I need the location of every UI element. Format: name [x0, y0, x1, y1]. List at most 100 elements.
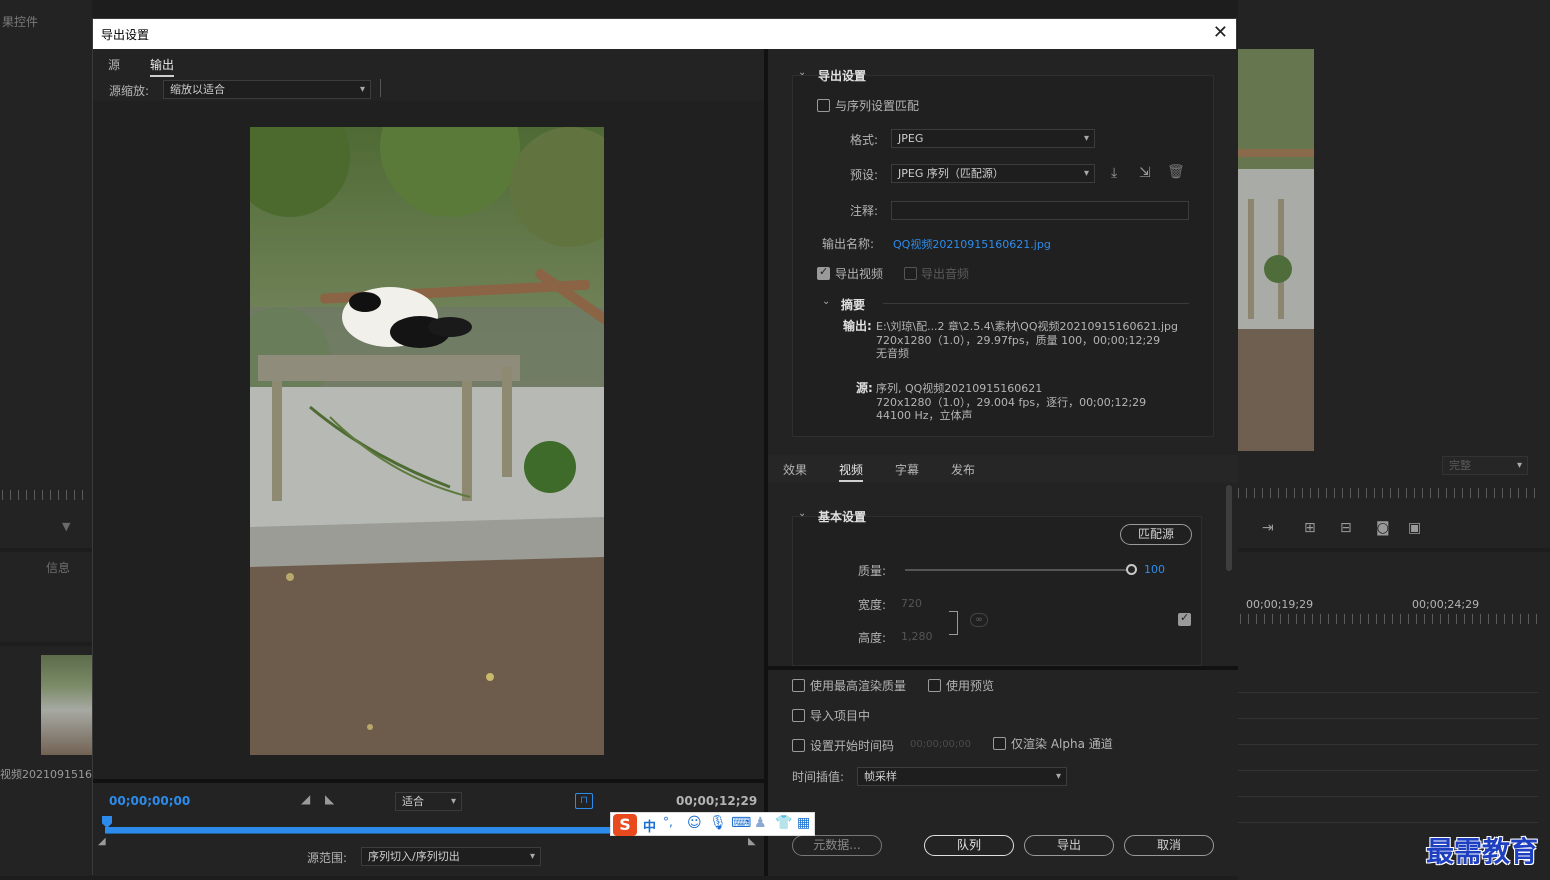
quality-slider-thumb[interactable] — [1126, 564, 1137, 575]
match-sequence-label: 与序列设置匹配 — [835, 99, 920, 113]
link-icon[interactable]: ∞ — [970, 613, 988, 627]
width-value[interactable]: 720 — [901, 597, 922, 610]
source-range-dropdown[interactable]: 序列切入/序列切出 ▾ — [361, 847, 541, 866]
lift-icon[interactable]: ⊞ — [1304, 520, 1316, 536]
tab-output[interactable]: 输出 — [150, 56, 175, 77]
preview-divider — [93, 779, 764, 783]
bin-item-thumbnail[interactable] — [41, 655, 92, 755]
output-name-label: 输出名称: — [822, 237, 875, 251]
save-preset-icon[interactable]: ⤓ — [1111, 165, 1117, 181]
max-render-quality-checkbox[interactable] — [792, 679, 805, 692]
skin-icon[interactable]: 👕 — [775, 815, 792, 831]
end-time-display: 00;00;12;29 — [676, 794, 758, 808]
emoji-icon[interactable]: ☺ — [687, 815, 702, 831]
timeline-timecode-2: 00;00;24;29 — [1412, 598, 1480, 611]
import-into-project-label: 导入项目中 — [810, 709, 871, 723]
quality-value[interactable]: 100 — [1144, 563, 1165, 576]
delete-preset-icon[interactable]: 🗑 — [1167, 164, 1185, 180]
height-value[interactable]: 1,280 — [901, 630, 933, 643]
use-previews-checkbox[interactable] — [928, 679, 941, 692]
tab-source[interactable]: 源 — [108, 56, 120, 73]
timeline-ruler-ticks — [1240, 614, 1540, 624]
set-in-point-icon[interactable]: ◢ — [301, 792, 310, 806]
compare-icon[interactable]: ▣ — [1408, 520, 1421, 536]
use-previews-label: 使用预览 — [946, 679, 995, 693]
track-divider — [1238, 822, 1538, 823]
timeline-ruler — [2, 490, 90, 500]
zoom-fit-dropdown[interactable]: 适合 ▾ — [395, 792, 462, 811]
match-sequence-checkbox[interactable] — [817, 99, 830, 112]
keyboard-icon[interactable]: ⌨ — [731, 815, 751, 831]
summary-output-specs: 720x1280（1.0），29.97fps，质量 100，00;00;12;2… — [876, 334, 1161, 347]
camera-icon[interactable]: ◙ — [1376, 520, 1390, 536]
effects-panel-title[interactable]: 果控件 — [2, 13, 38, 30]
export-audio-checkbox[interactable] — [904, 267, 917, 280]
preset-dropdown[interactable]: JPEG 序列（匹配源） ▾ — [891, 164, 1095, 183]
bin-item-name[interactable]: 视频20210915160 — [0, 766, 99, 782]
cancel-button[interactable]: 取消 — [1124, 835, 1214, 856]
basic-settings-title: 基本设置 — [818, 510, 867, 524]
queue-button[interactable]: 队列 — [924, 835, 1014, 856]
import-preset-icon[interactable]: ⇲ — [1139, 165, 1151, 181]
width-label: 宽度: — [858, 598, 887, 612]
output-name-link[interactable]: QQ视频20210915160621.jpg — [893, 236, 1051, 252]
tab-captions[interactable]: 字幕 — [895, 461, 919, 478]
summary-output-label: 输出: — [843, 319, 872, 333]
ime-punct-toggle[interactable]: °, — [663, 815, 673, 829]
summary-chevron-icon[interactable]: ⌄ — [822, 296, 830, 307]
time-interpolation-dropdown[interactable]: 帧采样 ▾ — [857, 767, 1067, 786]
watermark-logo: 最需教育 — [1426, 835, 1539, 868]
program-ruler — [1238, 488, 1538, 498]
current-time-display[interactable]: 00;00;00;00 — [109, 794, 190, 808]
preset-label: 预设: — [850, 168, 879, 182]
render-alpha-only-label: 仅渲染 Alpha 通道 — [1011, 737, 1113, 751]
microphone-icon[interactable]: 🎙 — [709, 815, 727, 831]
extract-icon[interactable]: ⊟ — [1340, 520, 1352, 536]
export-settings-title: 导出设置 — [818, 69, 867, 83]
match-source-button[interactable]: 匹配源 — [1120, 524, 1192, 545]
toolbox-icon[interactable]: ▦ — [797, 815, 810, 831]
export-video-label: 导出视频 — [835, 267, 884, 281]
crop-icon[interactable]: ⊓ — [575, 793, 593, 809]
export-video-checkbox[interactable] — [817, 265, 830, 280]
source-range-label: 源范围: — [307, 851, 348, 865]
source-scale-dropdown[interactable]: 缩放以适合 ▾ — [163, 80, 371, 99]
tab-effects[interactable]: 效果 — [783, 461, 807, 478]
height-label: 高度: — [858, 631, 887, 645]
max-render-quality-label: 使用最高渲染质量 — [810, 679, 907, 693]
ime-toolbar: S 中 °, ☺ 🎙 ⌨ ♟ 👕 ▦ — [610, 812, 815, 836]
tab-video[interactable]: 视频 — [839, 461, 864, 482]
start-timecode-value[interactable]: 00;00;00;00 — [910, 739, 971, 750]
close-icon[interactable]: ✕ — [1213, 22, 1228, 43]
timeline-work-area[interactable] — [105, 827, 613, 833]
export-button[interactable]: 导出 — [1024, 835, 1114, 856]
quality-slider-track[interactable] — [905, 569, 1131, 571]
override-checkbox[interactable] — [1178, 611, 1191, 626]
ime-mode-toggle[interactable]: 中 — [643, 816, 656, 835]
import-into-project-checkbox[interactable] — [792, 709, 805, 722]
set-out-point-icon[interactable]: ◣ — [325, 792, 334, 806]
basic-chevron-icon[interactable]: ⌄ — [798, 508, 806, 519]
summary-source-label: 源: — [856, 381, 873, 395]
comment-input[interactable] — [891, 201, 1189, 220]
collapse-chevron-icon[interactable]: ⌄ — [798, 67, 806, 78]
time-interpolation-label: 时间插值: — [792, 770, 845, 784]
source-scale-label: 源缩放: — [109, 84, 150, 98]
playback-resolution-dropdown[interactable]: 完整 ▾ — [1442, 456, 1528, 475]
render-alpha-only-checkbox[interactable] — [993, 737, 1006, 750]
user-icon[interactable]: ♟ — [754, 815, 767, 831]
metadata-button[interactable]: 元数据... — [792, 835, 882, 856]
ime-logo-icon[interactable]: S — [613, 814, 637, 836]
info-tab[interactable]: 信息 — [46, 559, 70, 576]
export-audio-label: 导出音频 — [921, 267, 970, 281]
summary-title: 摘要 — [841, 298, 866, 312]
in-marker-icon[interactable]: ◢ — [98, 836, 106, 847]
summary-source-audio: 44100 Hz，立体声 — [876, 409, 973, 422]
settings-scrollbar[interactable] — [1226, 485, 1232, 571]
tab-publish[interactable]: 发布 — [951, 461, 975, 478]
format-dropdown[interactable]: JPEG ▾ — [891, 129, 1095, 148]
set-start-timecode-checkbox[interactable] — [792, 739, 805, 752]
out-marker-icon[interactable]: ◣ — [748, 836, 756, 847]
track-divider — [1238, 796, 1538, 797]
step-forward-icon[interactable]: ⇥ — [1262, 520, 1274, 536]
